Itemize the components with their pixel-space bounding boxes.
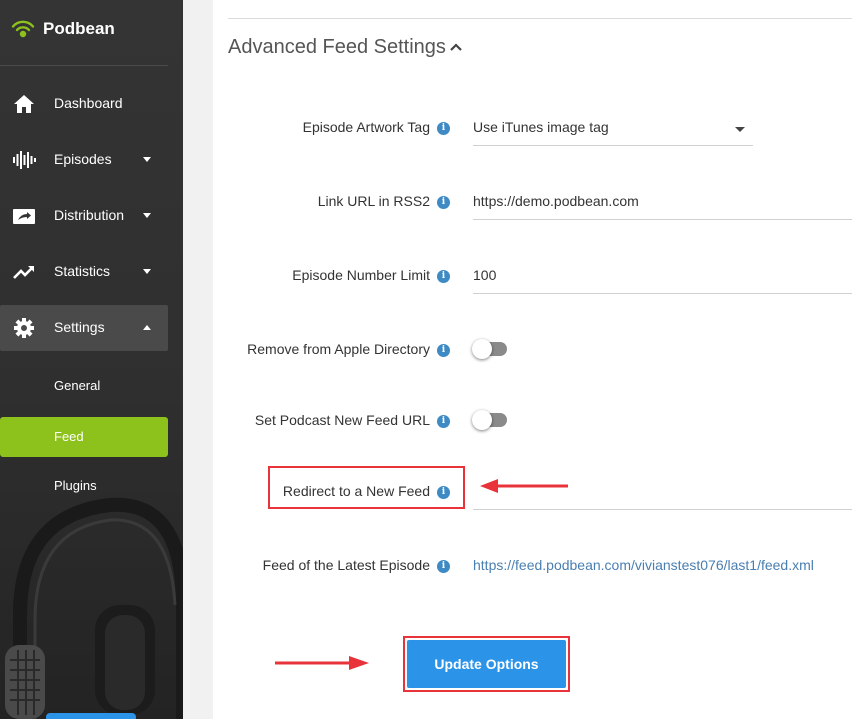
brand[interactable]: Podbean [0, 0, 168, 66]
field-label: Link URL in RSS2 [317, 193, 430, 209]
waveform-icon [13, 151, 36, 169]
latest-feed-link[interactable]: https://feed.podbean.com/vivianstest076/… [473, 557, 814, 573]
info-icon[interactable]: i [437, 344, 450, 357]
input-underline [473, 293, 852, 294]
sidebar-item-label: Settings [54, 319, 105, 335]
decorative-bar [46, 713, 136, 719]
gear-icon [14, 318, 34, 338]
info-icon[interactable]: i [437, 486, 450, 499]
home-icon [14, 95, 34, 113]
info-icon[interactable]: i [437, 196, 450, 209]
info-icon[interactable]: i [437, 270, 450, 283]
sidebar-item-settings[interactable]: Settings [0, 305, 168, 351]
trend-icon [13, 266, 34, 279]
input-underline [473, 219, 852, 220]
field-label: Redirect to a New Feed [282, 483, 430, 499]
field-label: Episode Number Limit [292, 267, 430, 283]
field-label: Set Podcast New Feed URL [254, 412, 430, 428]
artwork-tag-select[interactable]: Use iTunes image tag [473, 119, 609, 135]
chevron-down-icon [143, 213, 151, 218]
settings-card [213, 0, 852, 719]
chevron-down-icon [143, 157, 151, 162]
sidebar-subitem-label: General [54, 378, 101, 393]
info-icon[interactable]: i [437, 122, 450, 135]
annotation-arrow-left [480, 479, 568, 493]
link-url-input[interactable]: https://demo.podbean.com [473, 193, 639, 209]
toggle-knob [472, 410, 492, 430]
sidebar-subitem-label: Feed [54, 429, 84, 444]
toggle-knob [472, 339, 492, 359]
sidebar: Podbean Dashboard Episodes Distribution [0, 0, 183, 719]
divider [228, 18, 852, 19]
headphones-microphone-illustration [5, 497, 183, 719]
episode-limit-input[interactable]: 100 [473, 267, 496, 283]
share-screen-icon [13, 209, 35, 224]
podbean-logo-icon [11, 20, 35, 38]
sidebar-item-distribution[interactable]: Distribution [0, 193, 168, 239]
update-options-button[interactable]: Update Options [407, 640, 566, 688]
chevron-up-icon [143, 325, 151, 330]
annotation-arrow-right [275, 656, 369, 670]
sidebar-subitem-label: Plugins [54, 478, 97, 493]
input-underline [473, 509, 852, 510]
info-icon[interactable]: i [437, 415, 450, 428]
sidebar-item-dashboard[interactable]: Dashboard [0, 81, 168, 127]
dropdown-arrow-icon[interactable] [735, 127, 745, 132]
new-feed-url-toggle[interactable] [472, 410, 507, 430]
select-underline [473, 145, 753, 146]
field-label: Feed of the Latest Episode [262, 557, 430, 573]
field-label: Remove from Apple Directory [247, 341, 430, 357]
field-label: Episode Artwork Tag [302, 119, 430, 135]
chevron-up-icon[interactable] [449, 42, 463, 52]
brand-name: Podbean [43, 19, 115, 38]
content-gutter [183, 0, 213, 719]
remove-apple-toggle[interactable] [472, 339, 507, 359]
sidebar-item-label: Episodes [54, 151, 112, 167]
chevron-down-icon [143, 269, 151, 274]
sidebar-subitem-feed[interactable]: Feed [0, 417, 168, 457]
sidebar-item-label: Dashboard [54, 95, 123, 111]
sidebar-item-label: Statistics [54, 263, 111, 279]
sidebar-item-label: Distribution [54, 207, 125, 223]
info-icon[interactable]: i [437, 560, 450, 573]
sidebar-item-statistics[interactable]: Statistics [0, 249, 168, 295]
sidebar-item-episodes[interactable]: Episodes [0, 137, 168, 183]
section-title[interactable]: Advanced Feed Settings [228, 36, 446, 59]
sidebar-subitem-general[interactable]: General [0, 366, 168, 406]
